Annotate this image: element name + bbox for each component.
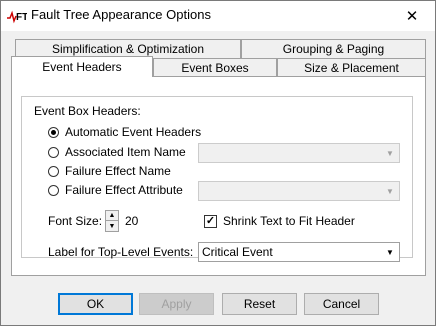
tab-label: Size & Placement	[304, 61, 399, 75]
chevron-down-icon[interactable]: ▼	[383, 245, 397, 259]
title-bar: FT Fault Tree Appearance Options ✕	[1, 1, 435, 31]
radio-label: Failure Effect Name	[65, 164, 171, 178]
spin-up-icon[interactable]: ▲	[106, 211, 118, 221]
radio-failure-effect-name[interactable]: Failure Effect Name	[48, 164, 171, 178]
combo-value: Critical Event	[202, 245, 273, 259]
svg-text:FT: FT	[16, 12, 27, 23]
tab-label: Event Headers	[42, 60, 122, 74]
close-button[interactable]: ✕	[389, 1, 435, 31]
radio-automatic-event-headers[interactable]: Automatic Event Headers	[48, 125, 201, 139]
radio-button[interactable]	[48, 126, 59, 138]
chevron-down-icon[interactable]: ▼	[383, 146, 397, 160]
tab-label: Simplification & Optimization	[51, 42, 205, 56]
ok-button[interactable]: OK	[58, 293, 133, 315]
spin-down-icon[interactable]: ▼	[106, 221, 118, 231]
chevron-down-icon[interactable]: ▼	[383, 184, 397, 198]
tab-event-headers[interactable]: Event Headers	[11, 56, 153, 77]
tab-label: Event Boxes	[181, 61, 249, 75]
check-icon[interactable]: ✓	[204, 214, 217, 228]
font-size-label: Font Size:	[48, 214, 103, 228]
shrink-text-checkbox[interactable]: ✓ Shrink Text to Fit Header	[204, 214, 355, 228]
group-label: Event Box Headers:	[34, 104, 141, 118]
fault-tree-app-icon: FT	[7, 10, 27, 24]
apply-button[interactable]: Apply	[139, 293, 214, 315]
radio-associated-item-name[interactable]: Associated Item Name	[48, 145, 186, 159]
radio-label: Automatic Event Headers	[65, 125, 202, 139]
radio-button[interactable]	[48, 146, 59, 158]
font-size-value: 20	[125, 214, 139, 228]
tab-label: Grouping & Paging	[282, 42, 385, 56]
tab-grouping-paging[interactable]: Grouping & Paging	[241, 39, 426, 58]
tab-event-boxes[interactable]: Event Boxes	[153, 58, 277, 77]
top-level-events-combo[interactable]: Critical Event ▼	[198, 242, 400, 262]
radio-label: Failure Effect Attribute	[65, 183, 183, 197]
radio-button[interactable]	[48, 165, 59, 177]
dialog-window: FT Fault Tree Appearance Options ✕ Simpl…	[0, 0, 436, 326]
window-title: Fault Tree Appearance Options	[31, 7, 211, 22]
close-icon: ✕	[405, 8, 419, 25]
cancel-button[interactable]: Cancel	[304, 293, 379, 315]
radio-button[interactable]	[48, 184, 59, 196]
top-level-events-label: Label for Top-Level Events:	[48, 245, 194, 259]
checkbox-label: Shrink Text to Fit Header	[223, 214, 355, 228]
font-size-spinner[interactable]: ▲ ▼	[105, 210, 119, 232]
tab-size-placement[interactable]: Size & Placement	[277, 58, 426, 77]
radio-failure-effect-attribute[interactable]: Failure Effect Attribute	[48, 183, 183, 197]
associated-item-combo[interactable]: ▼	[198, 143, 400, 163]
reset-button[interactable]: Reset	[222, 293, 297, 315]
radio-label: Associated Item Name	[65, 145, 186, 159]
failure-attribute-combo[interactable]: ▼	[198, 181, 400, 201]
